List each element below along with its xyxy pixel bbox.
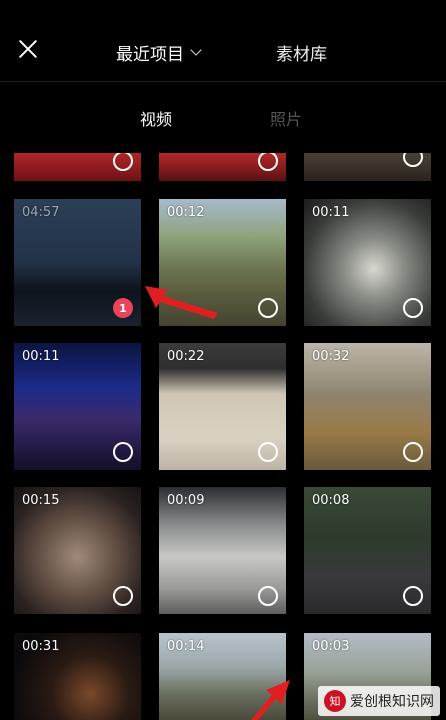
- video-tile[interactable]: 00:11: [304, 199, 431, 326]
- video-duration: 00:31: [22, 639, 60, 654]
- select-circle[interactable]: [113, 153, 133, 171]
- tab-photo[interactable]: 照片: [270, 106, 302, 130]
- video-tile[interactable]: 00:15: [14, 487, 141, 614]
- video-duration: 00:11: [312, 205, 350, 220]
- select-circle[interactable]: [403, 298, 423, 318]
- recent-projects-label: 最近项目: [116, 45, 184, 65]
- close-icon[interactable]: [14, 36, 42, 64]
- material-library-tab[interactable]: 素材库: [276, 40, 327, 65]
- video-tile[interactable]: [304, 153, 431, 181]
- video-duration: 00:15: [22, 493, 60, 508]
- chevron-down-icon: [190, 44, 202, 56]
- video-duration: 00:12: [167, 205, 205, 220]
- video-tile[interactable]: 00:11: [14, 343, 141, 470]
- watermark-logo: 知: [324, 690, 346, 712]
- select-circle[interactable]: [403, 442, 423, 462]
- video-tile[interactable]: 00:31: [14, 633, 141, 720]
- select-circle[interactable]: [113, 586, 133, 606]
- select-circle[interactable]: [258, 153, 278, 171]
- top-bar: 最近项目 素材库: [0, 0, 446, 82]
- select-circle[interactable]: [403, 586, 423, 606]
- recent-projects-dropdown[interactable]: 最近项目: [116, 40, 202, 65]
- tab-video[interactable]: 视频: [140, 106, 172, 130]
- site-watermark: 知 爱创根知识网: [318, 686, 440, 716]
- video-tile[interactable]: 04:57 1: [14, 199, 141, 326]
- video-tile[interactable]: 00:22: [159, 343, 286, 470]
- select-circle[interactable]: [258, 298, 278, 318]
- video-duration: 00:14: [167, 639, 205, 654]
- select-circle[interactable]: [258, 586, 278, 606]
- video-duration: 04:57: [22, 205, 60, 220]
- select-circle[interactable]: [113, 442, 133, 462]
- video-duration: 00:22: [167, 349, 205, 364]
- video-tile[interactable]: 00:14: [159, 633, 286, 720]
- video-tile[interactable]: [159, 153, 286, 181]
- video-duration: 00:08: [312, 493, 350, 508]
- watermark-text: 爱创根知识网: [350, 694, 434, 710]
- video-duration: 00:09: [167, 493, 205, 508]
- video-duration: 00:03: [312, 639, 350, 654]
- media-type-tabs: 视频 照片: [0, 106, 446, 134]
- selected-order-badge[interactable]: 1: [113, 298, 133, 318]
- video-tile[interactable]: 00:09: [159, 487, 286, 614]
- video-duration: 00:32: [312, 349, 350, 364]
- video-tile[interactable]: [14, 153, 141, 181]
- video-tile[interactable]: 00:12: [159, 199, 286, 326]
- video-duration: 00:11: [22, 349, 60, 364]
- video-tile[interactable]: 00:08: [304, 487, 431, 614]
- video-tile[interactable]: 00:32: [304, 343, 431, 470]
- select-circle[interactable]: [258, 442, 278, 462]
- select-circle[interactable]: [403, 153, 423, 167]
